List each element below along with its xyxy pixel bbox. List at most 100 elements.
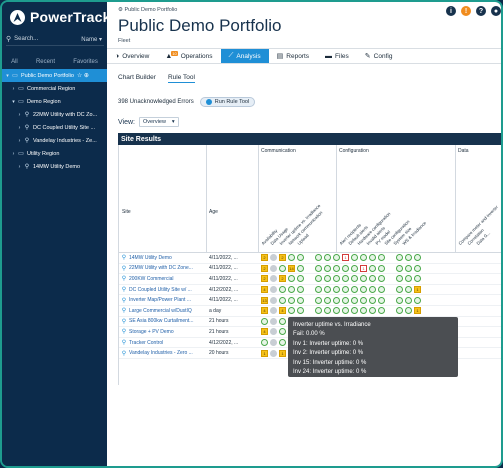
site-link[interactable]: SE Asia 800kw Curtailment...	[129, 318, 209, 324]
pass-status-icon[interactable]	[279, 328, 286, 336]
pass-status-icon[interactable]	[279, 339, 286, 347]
warning-status-badge[interactable]: 14	[288, 264, 295, 272]
view-select[interactable]: Overview ▾	[139, 117, 179, 127]
pass-status-icon[interactable]	[405, 307, 412, 315]
breadcrumb[interactable]: ⚙ Public Demo Portfolio	[118, 7, 177, 13]
pass-status-icon[interactable]	[405, 275, 412, 283]
pass-status-icon[interactable]	[333, 286, 340, 294]
warning-status-badge[interactable]: 4	[261, 286, 268, 294]
pass-status-icon[interactable]	[360, 275, 367, 283]
search-input[interactable]: Search...	[11, 36, 81, 42]
table-row[interactable]: ⚲ 22MW Utility with DC Zone... 4/11/2022, …	[119, 264, 501, 275]
sidebar-tree-item[interactable]: ▾ ▭ Demo Region	[2, 95, 107, 108]
chevron-icon[interactable]: ›	[10, 151, 17, 157]
favorite-add-icons[interactable]: ☆ ⊕	[77, 72, 89, 79]
pass-status-icon[interactable]	[342, 286, 349, 294]
sidebar-tab-recent[interactable]: Recent	[36, 59, 55, 65]
pass-status-icon[interactable]	[396, 296, 403, 304]
na-status-icon[interactable]	[270, 296, 277, 304]
tab-analysis[interactable]: ⟋ Analysis	[220, 49, 269, 63]
pass-status-icon[interactable]	[261, 317, 268, 325]
tab-reports[interactable]: ▤ Reports	[269, 49, 317, 63]
pass-status-icon[interactable]	[414, 275, 421, 283]
pass-status-icon[interactable]	[297, 275, 304, 283]
pass-status-icon[interactable]	[369, 254, 376, 262]
pass-status-icon[interactable]	[315, 286, 322, 294]
sidebar-tree-item[interactable]: › ⚲ Vandelay Industries - Ze...	[2, 134, 107, 147]
pass-status-icon[interactable]	[324, 307, 331, 315]
pass-status-icon[interactable]	[396, 275, 403, 283]
search-filter-select[interactable]: Name ▾	[81, 36, 104, 43]
pass-status-icon[interactable]	[288, 286, 295, 294]
sidebar-tab-favorites[interactable]: Favorites	[73, 59, 98, 65]
pass-status-icon[interactable]	[279, 296, 286, 304]
site-link[interactable]: Large Commercial w/DustIQ	[129, 308, 209, 314]
chevron-icon[interactable]: ▾	[10, 99, 17, 105]
pass-status-icon[interactable]	[279, 317, 286, 325]
pass-status-icon[interactable]	[369, 286, 376, 294]
warning-status-badge[interactable]: 2	[261, 254, 268, 262]
pass-status-icon[interactable]	[297, 254, 304, 262]
tab-rule-tool[interactable]: Rule Tool	[167, 74, 195, 83]
na-status-icon[interactable]	[270, 275, 277, 283]
pass-status-icon[interactable]	[279, 264, 286, 272]
pass-status-icon[interactable]	[288, 275, 295, 283]
pass-status-icon[interactable]	[360, 296, 367, 304]
pass-status-icon[interactable]	[297, 307, 304, 315]
pass-status-icon[interactable]	[288, 296, 295, 304]
pass-status-icon[interactable]	[315, 307, 322, 315]
pass-status-icon[interactable]	[333, 254, 340, 262]
pass-status-icon[interactable]	[297, 264, 304, 272]
pass-status-icon[interactable]	[396, 286, 403, 294]
table-row[interactable]: ⚲ DC Coupled Utility Site w/ ... 4/12/2022…	[119, 285, 501, 296]
pass-status-icon[interactable]	[396, 264, 403, 272]
pass-status-icon[interactable]	[396, 307, 403, 315]
tab-chart-builder[interactable]: Chart Builder	[118, 74, 156, 83]
pass-status-icon[interactable]	[324, 264, 331, 272]
pass-status-icon[interactable]	[333, 275, 340, 283]
table-row[interactable]: ⚲ 14MW Utility Demo 4/11/2022, ... 2 2 1	[119, 253, 501, 264]
pass-status-icon[interactable]	[360, 254, 367, 262]
column-header-site[interactable]: Site	[122, 209, 131, 215]
warning-status-badge[interactable]: 2	[279, 254, 286, 262]
site-link[interactable]: DC Coupled Utility Site w/ ...	[129, 287, 209, 293]
chevron-icon[interactable]: ▾	[4, 73, 11, 79]
na-status-icon[interactable]	[270, 349, 277, 357]
pass-status-icon[interactable]	[405, 296, 412, 304]
pass-status-icon[interactable]	[414, 254, 421, 262]
warning-status-badge[interactable]: 2	[261, 275, 268, 283]
sidebar-tree-item[interactable]: › ⚲ DC Coupled Utility Site ...	[2, 121, 107, 134]
sidebar-tree-item[interactable]: › ▭ Utility Region	[2, 147, 107, 160]
pass-status-icon[interactable]	[324, 286, 331, 294]
pass-status-icon[interactable]	[342, 275, 349, 283]
na-status-icon[interactable]	[270, 317, 277, 325]
na-status-icon[interactable]	[270, 286, 277, 294]
pass-status-icon[interactable]	[360, 286, 367, 294]
chevron-icon[interactable]: ›	[16, 125, 23, 131]
error-status-badge[interactable]: 1	[342, 254, 349, 262]
pass-status-icon[interactable]	[351, 264, 358, 272]
pass-status-icon[interactable]	[360, 307, 367, 315]
pass-status-icon[interactable]	[297, 286, 304, 294]
pass-status-icon[interactable]	[333, 307, 340, 315]
pass-status-icon[interactable]	[351, 254, 358, 262]
pass-status-icon[interactable]	[378, 307, 385, 315]
pass-status-icon[interactable]	[297, 296, 304, 304]
pass-status-icon[interactable]	[414, 296, 421, 304]
pass-status-icon[interactable]	[378, 264, 385, 272]
chevron-icon[interactable]: ›	[10, 86, 17, 92]
site-link[interactable]: Tracker Control	[129, 340, 209, 346]
tab-overview[interactable]: ◑ Overview	[107, 49, 157, 63]
pass-status-icon[interactable]	[378, 275, 385, 283]
site-link[interactable]: Inverter Map/Power Plant ...	[129, 297, 209, 303]
pass-status-icon[interactable]	[324, 296, 331, 304]
pass-status-icon[interactable]	[333, 264, 340, 272]
pass-status-icon[interactable]	[369, 296, 376, 304]
na-status-icon[interactable]	[270, 307, 277, 315]
warning-status-badge[interactable]: 4	[261, 307, 268, 315]
pass-status-icon[interactable]	[315, 254, 322, 262]
pass-status-icon[interactable]	[351, 307, 358, 315]
pass-status-icon[interactable]	[351, 286, 358, 294]
alert-user-icon[interactable]: !	[461, 6, 471, 16]
pass-status-icon[interactable]	[315, 296, 322, 304]
